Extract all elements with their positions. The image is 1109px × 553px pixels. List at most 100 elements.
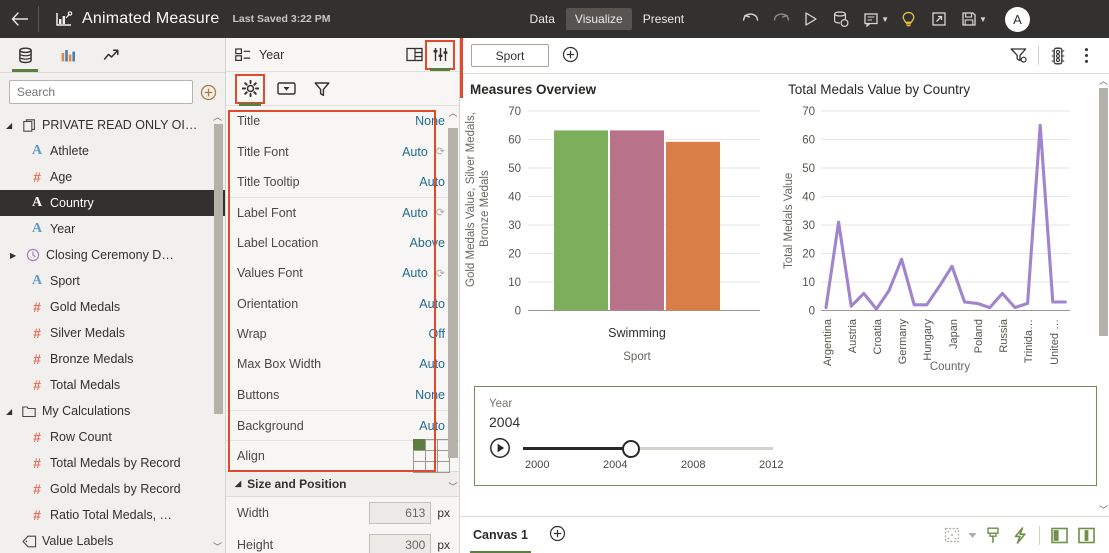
share-export-icon[interactable] xyxy=(925,6,952,33)
width-input[interactable] xyxy=(369,501,432,524)
mode-present[interactable]: Present xyxy=(634,8,693,30)
save-chevron-down-icon[interactable]: ▼ xyxy=(979,15,987,24)
prop-value[interactable]: Auto xyxy=(419,419,445,433)
bar-chart-svg[interactable]: 70 60 50 40 30 20 10 0 Gold Medals Value… xyxy=(460,97,778,375)
tree-node-closing-ceremony[interactable]: ▶ Closing Ceremony D… xyxy=(0,242,225,268)
sport-chip[interactable]: Sport xyxy=(471,44,549,67)
comment-chevron-down-icon[interactable]: ▼ xyxy=(881,15,889,24)
prop-value[interactable]: None xyxy=(415,114,445,128)
reset-icon[interactable]: ⟳ xyxy=(436,206,445,219)
prop-value[interactable]: Auto xyxy=(402,266,428,280)
insight-bulb-icon[interactable] xyxy=(895,6,922,33)
reset-icon[interactable]: ⟳ xyxy=(436,267,445,280)
prop-row-background[interactable]: Background Auto xyxy=(226,409,459,440)
prop-row-align[interactable]: Align xyxy=(226,439,459,473)
line-chart-viz[interactable]: Total Medals Value by Country 70 60 50 4… xyxy=(778,82,1088,378)
tree-scroll-up-icon[interactable]: ︿ xyxy=(212,110,223,123)
analytics-tab[interactable] xyxy=(94,39,128,71)
bar-chart-viz[interactable]: Measures Overview 70 60 50 40 30 20 10 0… xyxy=(460,82,778,378)
section-size-and-position[interactable]: ◢ Size and Position xyxy=(226,470,459,497)
filter-settings-icon[interactable] xyxy=(1005,42,1033,70)
prop-row-values-font[interactable]: Values Font Auto ⟳ xyxy=(226,258,459,288)
tree-node-silver-medals[interactable]: # Silver Medals xyxy=(0,320,225,346)
general-gear-tab[interactable] xyxy=(235,73,265,106)
collapse-caret-icon[interactable]: ◢ xyxy=(235,479,241,488)
expand-arrow-icon[interactable]: ◢ xyxy=(6,121,20,130)
expand-arrow-icon[interactable]: ▶ xyxy=(10,251,24,260)
add-dataset-icon[interactable] xyxy=(200,84,217,101)
tree-node-sport[interactable]: A Sport xyxy=(0,268,225,294)
style-tab[interactable] xyxy=(273,76,299,102)
tree-node-total-medals-by-record[interactable]: # Total Medals by Record xyxy=(0,450,225,476)
tree-node-country[interactable]: A Country xyxy=(0,190,225,216)
prop-row-title[interactable]: Title None xyxy=(226,106,459,136)
prop-value[interactable]: None xyxy=(415,388,445,402)
back-button[interactable] xyxy=(0,0,38,38)
add-canvas-icon[interactable] xyxy=(549,525,566,545)
more-vertical-icon[interactable] xyxy=(1072,42,1100,70)
prop-row-title-tooltip[interactable]: Title Tooltip Auto xyxy=(226,167,459,197)
tree-node-gold-medals[interactable]: # Gold Medals xyxy=(0,294,225,320)
data-tab[interactable] xyxy=(8,39,42,72)
tree-node-bronze-medals[interactable]: # Bronze Medals xyxy=(0,346,225,372)
data-refresh-icon[interactable] xyxy=(827,6,854,33)
scrollbar-thumb[interactable] xyxy=(214,124,223,414)
prop-row-orientation[interactable]: Orientation Auto xyxy=(226,288,459,318)
tree-node-total-medals[interactable]: # Total Medals xyxy=(0,372,225,398)
play-icon[interactable] xyxy=(797,6,824,33)
prop-value[interactable]: Auto xyxy=(419,175,445,189)
prop-row-label-location[interactable]: Label Location Above xyxy=(226,228,459,258)
year-slider-track[interactable] xyxy=(523,437,773,459)
layout-panel-icon[interactable] xyxy=(401,42,427,68)
mode-data[interactable]: Data xyxy=(521,8,564,30)
tree-node-my-calculations[interactable]: ◢ My Calculations xyxy=(0,398,225,424)
tree-node-dataset[interactable]: ◢ PRIVATE READ ONLY OI… xyxy=(0,112,225,138)
expand-arrow-icon[interactable]: ◢ xyxy=(6,407,20,416)
tree-node-year[interactable]: A Year xyxy=(0,216,225,242)
avatar[interactable]: A xyxy=(1004,6,1030,32)
canvas-tab-1[interactable]: Canvas 1 xyxy=(470,517,531,553)
redo-icon[interactable] xyxy=(767,6,794,33)
visualizations-tab[interactable] xyxy=(51,39,85,71)
year-slider-card[interactable]: Year 2004 2000 2004 2008 2012 xyxy=(474,386,1097,486)
undo-icon[interactable] xyxy=(737,6,764,33)
properties-scrollbar[interactable]: ︿ ﹀ xyxy=(447,106,459,553)
filter-tab[interactable] xyxy=(309,76,335,102)
tree-node-row-count[interactable]: # Row Count xyxy=(0,424,225,450)
prop-value[interactable]: Auto xyxy=(419,357,445,371)
tree-node-value-labels[interactable]: Value Labels xyxy=(0,528,225,553)
tree-node-ratio-total-medals[interactable]: # Ratio Total Medals, … xyxy=(0,502,225,528)
prop-value[interactable]: Off xyxy=(429,327,445,341)
properties-sliders-icon[interactable] xyxy=(425,39,455,71)
prop-value[interactable]: Above xyxy=(410,236,445,250)
grid-snap-chevron-down-icon[interactable] xyxy=(965,522,979,549)
canvas-scroll-down-icon[interactable]: ﹀ xyxy=(1098,503,1109,516)
canvas-vertical-scrollbar[interactable]: ︿ ﹀ xyxy=(1098,74,1109,516)
reset-icon[interactable]: ⟳ xyxy=(436,145,445,158)
prop-row-buttons[interactable]: Buttons None xyxy=(226,380,459,410)
paintbrush-icon[interactable] xyxy=(979,522,1006,549)
tree-node-age[interactable]: # Age xyxy=(0,164,225,190)
slider-thumb[interactable] xyxy=(622,440,640,458)
lightning-icon[interactable] xyxy=(1006,522,1033,549)
scrollbar-thumb[interactable] xyxy=(448,128,458,458)
search-input[interactable] xyxy=(9,80,193,104)
play-circle-icon[interactable] xyxy=(489,437,511,459)
comment-icon[interactable] xyxy=(857,6,884,33)
line-chart-svg[interactable]: 70 60 50 40 30 20 10 0 Total Medals Valu… xyxy=(778,97,1088,375)
add-filter-icon[interactable] xyxy=(562,46,579,66)
prop-row-max-box-width[interactable]: Max Box Width Auto xyxy=(226,349,459,379)
tree-scrollbar[interactable] xyxy=(214,124,223,539)
scroll-up-icon[interactable]: ︿ xyxy=(447,106,459,119)
prop-value[interactable]: Auto xyxy=(402,145,428,159)
mode-visualize[interactable]: Visualize xyxy=(565,8,632,30)
grid-snap-icon[interactable] xyxy=(938,522,965,549)
height-input[interactable] xyxy=(369,533,432,553)
panel-right-layout-icon[interactable] xyxy=(1046,522,1073,549)
tree-node-gold-medals-by-record[interactable]: # Gold Medals by Record xyxy=(0,476,225,502)
align-grid[interactable] xyxy=(412,439,450,473)
prop-row-title-font[interactable]: Title Font Auto ⟳ xyxy=(226,136,459,166)
prop-value[interactable]: Auto xyxy=(419,297,445,311)
prop-value[interactable]: Auto xyxy=(402,206,428,220)
tree-node-athlete[interactable]: A Athlete xyxy=(0,138,225,164)
